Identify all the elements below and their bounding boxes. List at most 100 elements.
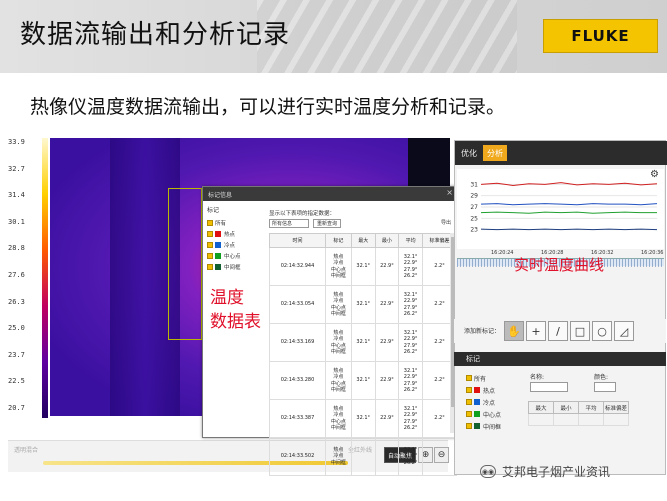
checkbox-checked[interactable] [207,252,213,259]
wechat-icon: ◉◉ [480,465,496,478]
table-cell: 热点 冷点 中心点 中间框 [324,323,352,362]
watermark-text: 艾邦电子烟产业资讯 [502,465,611,479]
table-cell: 02:14:33.280 [269,361,326,400]
legend-row[interactable]: 所有 [466,372,526,384]
name-input[interactable] [530,382,568,392]
legend-row[interactable]: 冷点 [466,396,526,408]
close-icon[interactable]: × [446,188,453,197]
table-row[interactable]: 02:14:33.387 热点 冷点 中心点 中间框 32.1° 22.9° 32.1° 22.… [269,399,458,438]
tool-polygon-icon[interactable]: ◿ [614,321,634,341]
right-marker-legend: 所有热点 冷点 中心点 中间框 [466,372,526,432]
stat-cell [553,413,579,426]
legend-row[interactable]: 中心点 [466,408,526,420]
scale-tick: 20.7 [8,404,25,412]
export-button[interactable]: 导出 [441,219,451,226]
tool-hand-icon[interactable]: ✋ [504,321,524,341]
checkbox-checked[interactable] [207,241,213,248]
stats-header: 最小 [553,401,579,414]
dialog-title: 标记信息 [208,192,233,199]
y-tick-label: 23 [470,227,478,234]
series-line [480,211,657,214]
y-tick-label: 31 [470,181,478,188]
tool-circle-icon[interactable]: ○ [592,321,612,341]
column-header: 标记 [324,233,352,248]
info-select[interactable]: 所有信息 [269,219,309,228]
fluke-logo: FLUKE [543,19,658,53]
scale-tick: 23.7 [8,350,25,359]
table-cell: 32.1° [350,247,376,286]
slide-title: 数据流输出和分析记录 [20,20,291,50]
checkbox-checked[interactable] [207,230,213,237]
table-cell: 02:14:32.944 [269,247,326,286]
reset-button[interactable]: 重新查询 [313,219,341,228]
legend-row[interactable]: 中间框 [207,261,265,272]
table-cell [374,437,400,476]
color-select[interactable] [594,382,616,392]
tool-line-icon[interactable]: / [548,321,568,341]
legend-row[interactable]: 中间框 [466,420,526,432]
temperature-scale: 33.9 32.7 31.4 30.1 28.8 27.6 26.3 25.0 23.7 22.5… [8,138,48,418]
tool-rect-icon[interactable]: □ [570,321,590,341]
column-header: 平均 [398,233,423,248]
table-cell: 32.1° 22.9° 27.9° 26.2° [398,399,423,438]
tab-optimize[interactable]: 优化 [457,145,481,161]
color-swatch [474,411,480,417]
table-cell [350,437,376,476]
marker-tools: 添加新标记： ✋ + / □ ○ ◿ [454,319,666,343]
table-row[interactable]: 02:14:32.944 热点 冷点 中心点 中间框 32.1° 22.9° 32.1° 22.… [269,247,458,286]
table-cell: 22.9° [374,247,400,286]
table-row[interactable]: 02:14:33.280 热点 冷点 中心点 中间框 32.1° 22.9° 32.1° 22.… [269,361,458,400]
scale-tick: 26.3 [8,297,25,306]
legend-row[interactable]: 热点 [207,228,265,239]
color-swatch [474,423,480,429]
table-cell: 32.1° 22.9° 27.9° 26.2° [398,247,423,286]
y-tick-label: 29 [470,193,478,200]
marker-legend: 所有 热点 冷点 中心点 中间框 [207,217,265,272]
scale-tick: 31.4 [8,191,25,200]
stat-cell [578,413,604,426]
table-cell: 32.1° [350,399,376,438]
table-row[interactable]: 02:14:33.502 热点 冷点 中间框 32.1° 31.2° 26.2° [269,437,458,476]
checkbox-checked[interactable] [466,411,472,417]
table-cell: 热点 冷点 中心点 中间框 [324,399,352,438]
legend-label: 热点 [483,387,496,395]
slide-banner: 数据流输出和分析记录 FLUKE [0,0,667,73]
checkbox-checked[interactable] [466,387,472,393]
legend-row[interactable]: 热点 [466,384,526,396]
chart-svg: 23 25 27 29 31 [470,181,658,234]
y-tick-label: 27 [470,204,478,211]
table-cell: 22.9° [374,323,400,362]
watermark: ◉◉ 艾邦电子烟产业资讯 [480,463,610,480]
column-header: 时间 [269,233,326,248]
table-row[interactable]: 02:14:33.054 热点 冷点 中心点 中间框 32.1° 22.9° 32.1° 22.… [269,285,458,324]
table-row[interactable]: 02:14:33.169 热点 冷点 中心点 中间框 32.1° 22.9° 32.1° 22.… [269,323,458,362]
tool-point-icon[interactable]: + [526,321,546,341]
checkbox-checked[interactable] [466,423,472,429]
legend-row[interactable]: 所有 [207,217,265,228]
table-cell: 32.1° [350,285,376,324]
table-cell: 热点 冷点 中心点 中间框 [324,361,352,400]
tab-analysis[interactable]: 分析 [483,145,507,161]
table-cell: 32.1° 31.2° 26.2° [398,437,423,476]
checkbox-checked[interactable] [466,399,472,405]
color-swatch [215,263,221,270]
banner-decoration [257,0,517,73]
x-tick-label: 16:20:24 [491,250,513,255]
legend-row[interactable]: 冷点 [207,239,265,250]
scale-tick: 30.1 [8,217,25,226]
gear-icon[interactable]: ⚙ [650,169,659,180]
table-cell: 热点 冷点 中心点 中间框 [324,285,352,324]
table-cell: 热点 冷点 中心点 中间框 [324,247,352,286]
selection-box[interactable] [168,188,202,340]
y-tick-label: 25 [470,215,478,222]
color-swatch [215,241,221,248]
legend-row[interactable]: 中心点 [207,250,265,261]
table-cell: 热点 冷点 中间框 [324,437,352,476]
checkbox-checked[interactable] [466,375,472,381]
stats-header: 标准偏差 [603,401,629,414]
temperature-chart: 23 25 27 29 31 [457,169,664,249]
table-cell: 02:14:33.387 [269,399,326,438]
checkbox-checked[interactable] [207,263,213,270]
checkbox-checked[interactable] [207,219,213,226]
legend-label: 所有 [474,375,487,383]
